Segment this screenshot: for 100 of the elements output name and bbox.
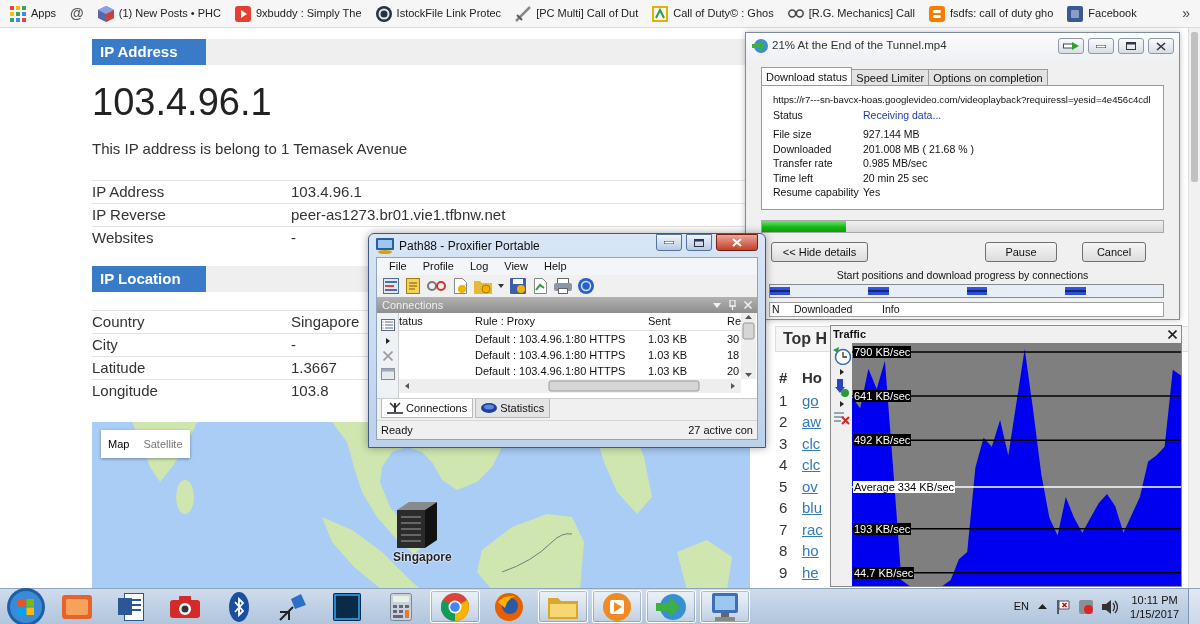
play-icon[interactable] — [839, 401, 844, 407]
menu-item[interactable]: Help — [535, 258, 575, 275]
bookmark-link[interactable]: Apps — [8, 2, 59, 25]
pin-icon[interactable] — [729, 300, 736, 310]
row-number: 7 — [779, 520, 788, 538]
scrollbar-thumb[interactable] — [1191, 32, 1198, 182]
minimize-icon — [664, 241, 674, 244]
host-link[interactable]: aw — [802, 411, 822, 434]
speaker-icon[interactable] — [1102, 599, 1119, 614]
close-icon[interactable] — [1168, 330, 1177, 339]
flag-icon[interactable] — [1056, 599, 1071, 614]
server-icon[interactable] — [397, 502, 437, 548]
cube-icon — [97, 5, 114, 22]
tab[interactable]: Statistics — [475, 399, 551, 418]
column-header: Ho — [802, 367, 822, 388]
menu-item[interactable]: File — [381, 258, 415, 275]
bookmark-link[interactable]: IstockFile Link Protec — [373, 2, 504, 25]
status-icon[interactable] — [1079, 599, 1094, 614]
tab[interactable]: Download status — [761, 67, 853, 85]
clock-icon[interactable] — [832, 347, 851, 365]
bookmark-link[interactable]: @ — [68, 0, 86, 27]
forward-button[interactable] — [1058, 38, 1084, 54]
browser-icon — [441, 592, 469, 621]
window-title: 21% At the End of the Tunnel.mp4 — [772, 38, 947, 54]
table-cell: Default : 103.4.96.1:80 HTTPS — [475, 364, 626, 377]
caret-icon[interactable] — [1038, 604, 1048, 609]
host-link[interactable]: go — [802, 389, 819, 412]
language-indicator[interactable]: EN — [1013, 598, 1030, 615]
more-bookmarks-button[interactable]: » — [1176, 3, 1196, 24]
tab[interactable]: Options on completion — [928, 69, 1048, 85]
chain-icon[interactable] — [427, 281, 446, 291]
scrollbar[interactable] — [1188, 28, 1200, 588]
app-tile-icon — [62, 594, 92, 619]
row-number: 4 — [779, 456, 788, 473]
play-icon[interactable] — [385, 338, 390, 344]
bluetooth-icon — [229, 591, 249, 622]
bookmark-link[interactable]: Call of Duty© : Ghos — [650, 2, 776, 25]
bookmark-link[interactable]: [PC Multi] Call of Dut — [513, 2, 641, 25]
map-type-button[interactable]: Map — [101, 430, 137, 458]
clock-date[interactable]: 1/15/2017 — [1130, 606, 1179, 621]
list-icon[interactable] — [380, 319, 395, 331]
field-value: Singapore — [291, 311, 360, 332]
host-link[interactable]: clc — [802, 432, 821, 455]
delete-list-icon[interactable] — [833, 411, 850, 425]
bookmark-link[interactable]: (1) New Posts • PHC — [95, 2, 223, 25]
field-label: Time left — [773, 171, 813, 184]
clock-time[interactable]: 10:11 PM — [1131, 592, 1178, 607]
bookmark-link[interactable]: Facebook — [1065, 2, 1139, 25]
tab[interactable]: Speed Limiter — [851, 69, 930, 85]
printer-icon[interactable] — [554, 278, 572, 294]
host-link[interactable]: he — [802, 561, 819, 584]
host-link[interactable]: blu — [802, 497, 823, 520]
bookmark-link[interactable]: fsdfs: call of duty gho — [927, 2, 1056, 25]
maximize-button[interactable] — [686, 234, 712, 251]
taskbar-button[interactable] — [700, 590, 750, 623]
close-button[interactable] — [716, 234, 758, 251]
horizontal-scrollbar[interactable] — [399, 379, 741, 393]
field-label: Resume capability — [773, 186, 859, 198]
monitor-icon — [710, 592, 740, 621]
toggle-details-button[interactable]: << Hide details — [771, 242, 868, 262]
map-type-button[interactable]: Satellite — [136, 430, 190, 458]
antenna-icon — [387, 402, 403, 414]
notepad-icon[interactable] — [405, 278, 421, 294]
field-value: 20 min 25 sec — [863, 170, 929, 185]
dropdown-icon[interactable] — [713, 302, 721, 308]
download-icon[interactable] — [834, 379, 849, 397]
host-link[interactable]: ho — [802, 540, 819, 563]
tile-icon — [1067, 5, 1084, 22]
menu-item[interactable]: Log — [461, 258, 497, 275]
bookmark-link[interactable]: 9xbuddy : Simply The — [233, 2, 364, 25]
start-orb-icon[interactable] — [7, 587, 45, 624]
play-icon[interactable] — [839, 369, 844, 375]
column-header: # — [779, 368, 788, 386]
chart-document-icon[interactable] — [532, 278, 548, 294]
window-title: Traffic — [833, 327, 866, 343]
document-icon[interactable] — [452, 278, 468, 294]
folder-icon[interactable] — [474, 278, 492, 294]
window-icon[interactable] — [380, 368, 395, 380]
cancel-button[interactable]: Cancel — [1082, 242, 1146, 262]
status-text: 27 active con — [688, 422, 753, 438]
app-tile-icon — [333, 592, 361, 621]
bookmark-link[interactable]: [R.G. Mechanics] Call — [785, 2, 917, 25]
drawing-tool-icon — [279, 592, 307, 621]
list-icon[interactable] — [383, 278, 399, 294]
minimize-button[interactable] — [656, 234, 682, 251]
arrow-globe-icon — [752, 38, 768, 54]
caret-icon[interactable] — [498, 284, 504, 288]
minimize-icon — [1096, 44, 1106, 48]
host-link[interactable]: clc — [802, 454, 821, 477]
menu-item[interactable]: Profile — [414, 258, 462, 275]
tab[interactable]: Connections — [381, 399, 474, 418]
play-icon — [603, 592, 631, 621]
vertical-scrollbar[interactable] — [741, 313, 756, 379]
host-link[interactable]: rac — [802, 518, 823, 541]
host-link[interactable]: ov — [802, 475, 818, 498]
ring-icon[interactable] — [578, 278, 594, 294]
close-button[interactable] — [1148, 38, 1174, 54]
pause-button[interactable]: Pause — [985, 242, 1057, 262]
maximize-button[interactable] — [1118, 38, 1144, 54]
menu-item[interactable]: View — [496, 258, 536, 275]
